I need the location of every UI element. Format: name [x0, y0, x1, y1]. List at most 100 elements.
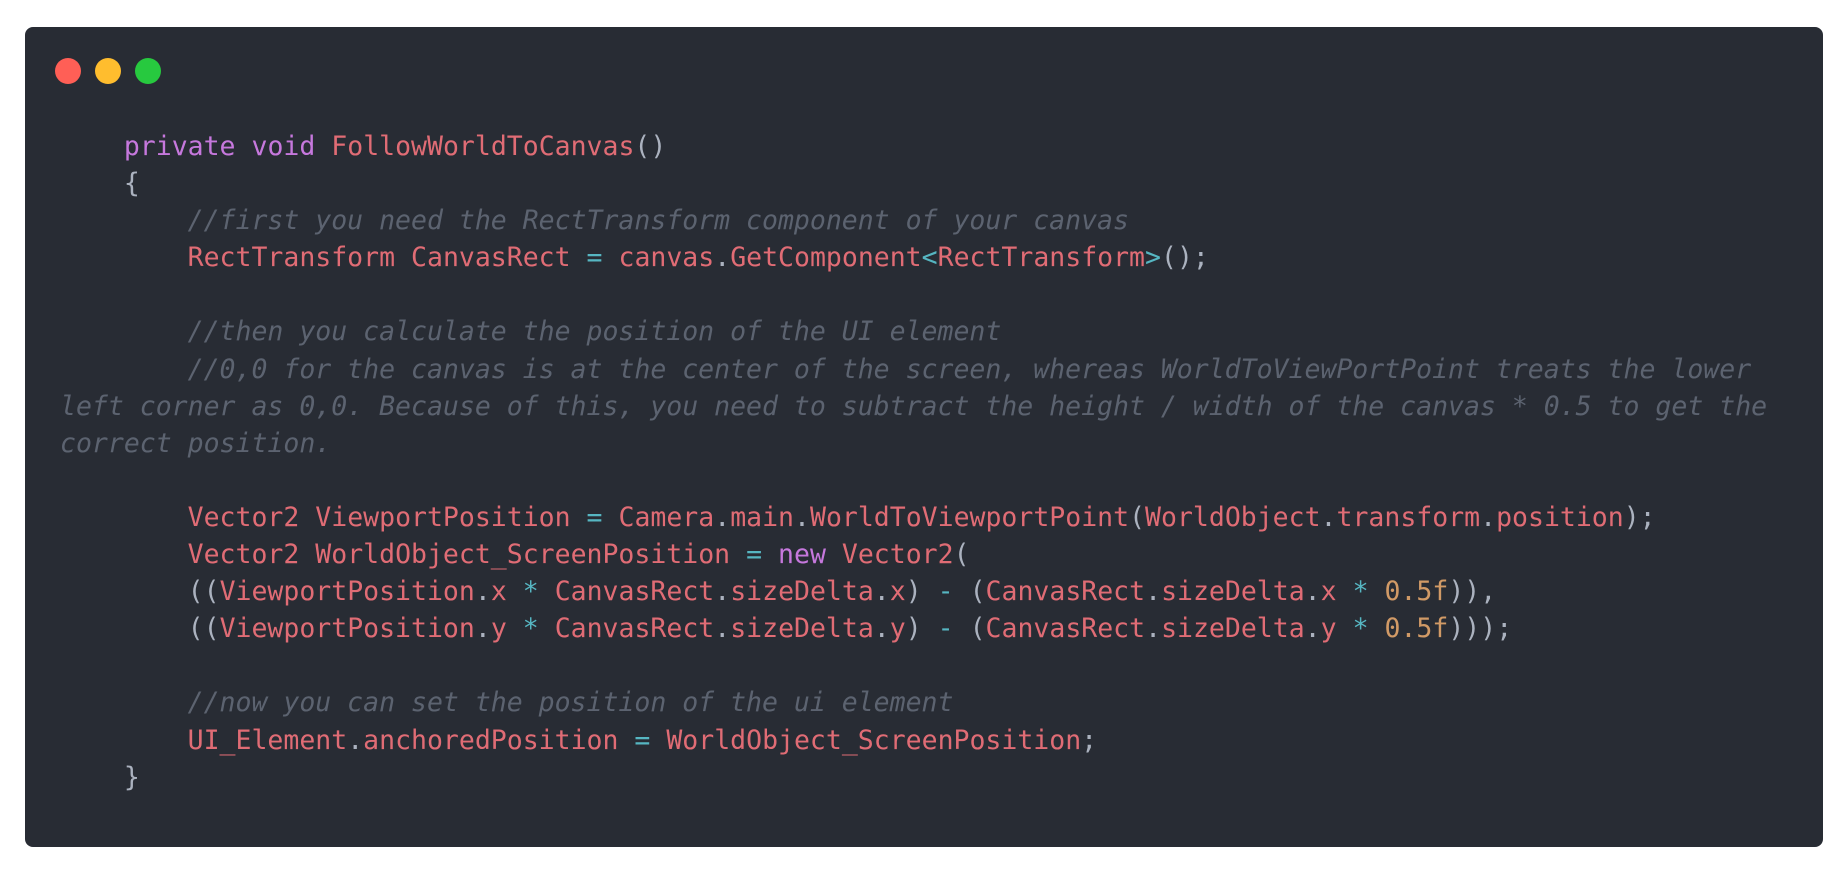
punctuation-token: );	[1623, 501, 1656, 533]
punctuation-token: }	[60, 761, 140, 793]
punctuation-token: {	[60, 168, 140, 200]
punctuation-token: .	[1304, 576, 1321, 608]
identifier-token: FollowWorldToCanvas	[331, 131, 635, 162]
punctuation-token: .	[873, 613, 890, 645]
operator-token: *	[1352, 576, 1369, 608]
code-line: RectTransform CanvasRect = canvas.GetCom…	[60, 239, 1788, 276]
identifier-token: Vector2	[187, 501, 300, 533]
identifier-token: x	[889, 576, 906, 608]
identifier-token: Vector2	[187, 539, 300, 571]
punctuation-token	[60, 131, 124, 162]
identifier-token: RectTransform	[187, 242, 396, 274]
maximize-dot-icon[interactable]	[135, 58, 161, 84]
number-token: 0.5f	[1384, 613, 1449, 645]
punctuation-token	[650, 725, 666, 756]
code-line: }	[60, 759, 1788, 796]
operator-token: =	[634, 724, 651, 756]
identifier-token: GetComponent	[730, 242, 922, 274]
punctuation-token: .	[474, 576, 491, 608]
code-line: ((ViewportPosition.x * CanvasRect.sizeDe…	[60, 573, 1788, 610]
identifier-token: Vector2	[841, 539, 954, 571]
identifier-token: sizeDelta	[1161, 576, 1305, 608]
punctuation-token: (	[953, 613, 986, 645]
code-line: Vector2 ViewportPosition = Camera.main.W…	[60, 499, 1788, 536]
punctuation-token: ;	[1081, 724, 1098, 756]
operator-token: -	[937, 576, 954, 608]
identifier-token: ViewportPosition	[219, 613, 475, 645]
punctuation-token	[507, 576, 523, 607]
punctuation-token: .	[474, 613, 491, 645]
punctuation-token	[60, 242, 188, 273]
code-line: private void FollowWorldToCanvas()	[60, 128, 1788, 165]
punctuation-token: )	[905, 613, 938, 645]
operator-token: *	[1352, 613, 1369, 645]
code-line: //then you calculate the position of the…	[60, 313, 1788, 350]
operator-token: =	[586, 501, 603, 533]
identifier-token: WorldObject_ScreenPosition	[315, 539, 731, 571]
operator-token: =	[586, 242, 603, 274]
identifier-token: x	[1320, 576, 1337, 608]
identifier-token: CanvasRect	[985, 576, 1146, 608]
keyword-token: void	[251, 131, 316, 162]
identifier-token: canvas	[618, 242, 715, 274]
identifier-token: CanvasRect	[554, 613, 715, 645]
identifier-token: y	[490, 613, 507, 645]
punctuation-token: ((	[60, 613, 220, 645]
punctuation-token: ();	[1161, 242, 1209, 274]
punctuation-token	[299, 502, 315, 533]
identifier-token: position	[1496, 501, 1624, 533]
identifier-token: CanvasRect	[985, 613, 1146, 645]
operator-token: *	[522, 613, 539, 645]
punctuation-token	[571, 502, 587, 533]
identifier-token: x	[490, 576, 507, 608]
operator-token: >	[1145, 242, 1161, 274]
comment-token: //0,0 for the canvas is at the center of…	[60, 353, 1784, 459]
operator-token: =	[746, 539, 763, 571]
identifier-token: ViewportPosition	[315, 501, 571, 533]
punctuation-token: .	[1320, 501, 1337, 533]
punctuation-token: .	[873, 576, 890, 608]
punctuation-token	[236, 131, 252, 162]
identifier-token: CanvasRect	[554, 576, 715, 608]
code-line: //now you can set the position of the ui…	[60, 684, 1788, 721]
punctuation-token: ()	[634, 131, 667, 162]
window-controls	[55, 58, 161, 84]
operator-token: <	[921, 242, 938, 274]
punctuation-token	[618, 725, 634, 756]
identifier-token: CanvasRect	[411, 242, 571, 274]
punctuation-token	[1337, 613, 1353, 644]
punctuation-token	[60, 502, 188, 533]
punctuation-token	[60, 687, 188, 718]
punctuation-token	[299, 539, 315, 570]
minimize-dot-icon[interactable]	[95, 58, 121, 84]
punctuation-token: .	[1304, 613, 1321, 645]
identifier-token: RectTransform	[937, 242, 1146, 274]
identifier-token: main	[730, 501, 795, 533]
code-window: private void FollowWorldToCanvas() { //f…	[25, 27, 1823, 847]
punctuation-token	[315, 131, 331, 162]
punctuation-token: .	[1480, 501, 1497, 533]
punctuation-token: )	[905, 576, 938, 608]
punctuation-token: .	[347, 724, 364, 756]
punctuation-token	[1369, 613, 1385, 644]
identifier-token: UI_Element	[187, 724, 348, 756]
operator-token: -	[937, 613, 954, 645]
comment-token: //then you calculate the position of the…	[187, 316, 1002, 348]
code-line: //0,0 for the canvas is at the center of…	[60, 351, 1788, 462]
identifier-token: Camera	[618, 501, 715, 533]
operator-token: *	[522, 576, 539, 608]
identifier-token: sizeDelta	[730, 576, 874, 608]
punctuation-token	[730, 539, 746, 570]
identifier-token: ViewportPosition	[219, 576, 475, 608]
punctuation-token: (	[1129, 501, 1146, 533]
punctuation-token: ((	[60, 576, 220, 608]
punctuation-token	[507, 613, 523, 644]
close-dot-icon[interactable]	[55, 58, 81, 84]
punctuation-token: .	[1145, 576, 1162, 608]
identifier-token: sizeDelta	[1161, 613, 1305, 645]
code-block: private void FollowWorldToCanvas() { //f…	[60, 128, 1788, 796]
identifier-token: WorldObject_ScreenPosition	[666, 724, 1082, 756]
punctuation-token	[60, 354, 188, 385]
